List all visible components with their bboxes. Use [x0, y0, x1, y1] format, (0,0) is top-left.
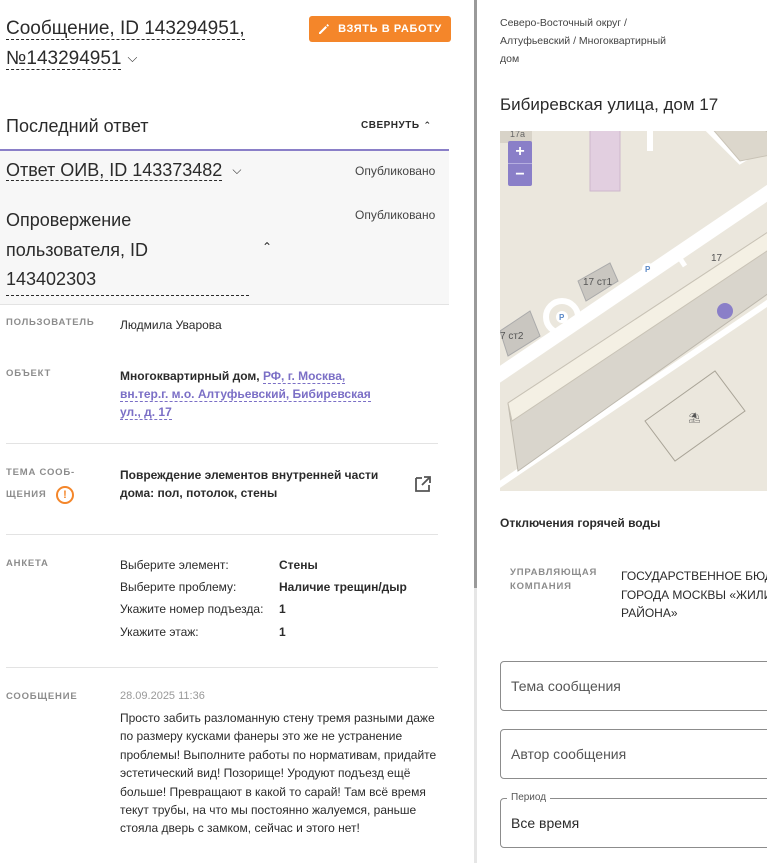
map-label-17: 17: [711, 253, 723, 264]
period-legend: Период: [507, 792, 551, 803]
message-text: Просто забить разломанную стену тремя ра…: [120, 711, 437, 836]
hot-water-outages[interactable]: Отключения горячей воды: [500, 516, 660, 530]
management-value-line3: РАЙОНА»: [621, 606, 678, 620]
scrollbar-thumb[interactable]: [474, 0, 477, 588]
management-label-line1: УПРАВЛЯЮЩАЯ: [510, 567, 598, 578]
map-label-7st2: 7 ст2: [500, 331, 524, 342]
author-filter-placeholder: Автор сообщения: [511, 746, 627, 762]
message-title[interactable]: Сообщение, ID 143294951, №143294951 ⌵: [6, 14, 296, 73]
object-type: Многоквартирный дом,: [120, 369, 260, 383]
topic-filter-input[interactable]: Тема сообщения: [500, 661, 767, 711]
topic-label-line1: ТЕМА СООБ-: [6, 467, 75, 478]
divider: [6, 534, 438, 535]
survey-key: Укажите номер подъезда:: [120, 602, 264, 616]
chevron-up-icon[interactable]: ⌃: [262, 240, 272, 254]
topic-filter-placeholder: Тема сообщения: [511, 678, 621, 694]
topic-label-line2: ЩЕНИЯ: [6, 489, 47, 500]
map[interactable]: 17а 17 ст1 7 ст2 17 P P ⛱ + −: [500, 131, 767, 491]
message-panel: Сообщение, ID 143294951, №143294951 ⌵ ВЗЯ…: [0, 0, 476, 863]
message-label: СООБЩЕНИЕ: [6, 691, 78, 702]
rebuttal-line2: пользователя, ID: [6, 239, 148, 260]
warning-icon: !: [56, 486, 74, 504]
collapse-label: СВЕРНУТЬ: [361, 120, 420, 131]
chevron-up-icon: ⌃: [423, 120, 432, 130]
map-label-parking1: P: [559, 313, 565, 322]
topic-value-line1: Повреждение элементов внутренней части: [120, 468, 379, 482]
management-value-line1: ГОСУДАРСТВЕННОЕ БЮДЖ: [621, 569, 767, 583]
breadcrumb-line1[interactable]: Северо-Восточный округ /: [500, 17, 627, 29]
last-answer-heading: Последний ответ: [6, 116, 149, 136]
management-label-line2: КОМПАНИЯ: [510, 581, 572, 592]
rebuttal-line1: Опровержение: [6, 210, 132, 230]
survey-key: Укажите этаж:: [120, 625, 199, 639]
object-panel: Северо-Восточный округ / Алтуфьевский / …: [478, 0, 767, 863]
svg-text:⛱: ⛱: [688, 412, 701, 424]
zoom-in-button[interactable]: +: [508, 141, 532, 163]
survey-key: Выберите проблему:: [120, 580, 237, 594]
breadcrumb-line3[interactable]: дом: [500, 53, 519, 65]
survey-value: Стены: [279, 558, 318, 572]
oiv-response-title[interactable]: Ответ ОИВ, ID 143373482 ⌵: [6, 160, 241, 181]
period-select[interactable]: Период Все время: [500, 792, 767, 848]
external-link-icon[interactable]: [413, 474, 433, 494]
status-badge: Опубликовано: [355, 208, 436, 222]
breadcrumb: Северо-Восточный округ / Алтуфьевский / …: [500, 14, 700, 68]
breadcrumb-line2[interactable]: Алтуфьевский / Многоквартирный: [500, 35, 666, 47]
map-label-17a: 17а: [510, 131, 525, 139]
chevron-down-icon[interactable]: ⌵: [232, 163, 241, 177]
author-filter-input[interactable]: Автор сообщения: [500, 729, 767, 779]
survey-value: 1: [279, 602, 286, 616]
status-badge: Опубликовано: [355, 164, 436, 178]
collapse-button[interactable]: СВЕРНУТЬ ⌃: [361, 120, 432, 131]
survey-value: Наличие трещин/дыр: [279, 580, 407, 594]
address-title: Бибиревская улица, дом 17: [500, 95, 719, 114]
object-address-link-3[interactable]: ул., д. 17: [120, 405, 172, 420]
take-to-work-label: ВЗЯТЬ В РАБОТУ: [338, 23, 442, 35]
rebuttal-line3: 143402303: [6, 265, 249, 296]
period-value: Все время: [511, 815, 580, 831]
map-label-17st1: 17 ст1: [583, 277, 612, 288]
divider: [6, 443, 438, 444]
object-address-link-2[interactable]: вн.тер.г. м.о. Алтуфьевский, Бибиревская: [120, 387, 371, 402]
user-label: ПОЛЬЗОВАТЕЛЬ: [6, 317, 95, 328]
chevron-down-icon[interactable]: ⌵: [127, 43, 137, 72]
object-value: Многоквартирный дом, РФ, г. Москва, вн.т…: [120, 367, 380, 421]
management-value-line2: ГОРОДА МОСКВЫ «ЖИЛИ: [621, 587, 767, 602]
map-canvas[interactable]: 17а 17 ст1 7 ст2 17 P P ⛱: [500, 131, 767, 491]
map-zoom-control: + −: [508, 141, 532, 186]
survey-label: АНКЕТА: [6, 558, 49, 569]
topic-value: Повреждение элементов внутренней части д…: [120, 466, 400, 502]
message-title-line2: №143294951: [6, 48, 122, 70]
object-label: ОБЪЕКТ: [6, 368, 52, 379]
map-label-parking2: P: [645, 265, 651, 274]
message-date: 28.09.2025 11:36: [120, 690, 205, 702]
message-title-line1: Сообщение, ID 143294951,: [6, 18, 245, 40]
management-company-label: УПРАВЛЯЮЩАЯ КОМПАНИЯ: [510, 566, 600, 594]
zoom-out-button[interactable]: −: [508, 164, 532, 186]
oiv-response-label: Ответ ОИВ, ID 143373482: [6, 160, 223, 181]
object-address-link-1[interactable]: РФ, г. Москва,: [262, 369, 346, 384]
rebuttal-title[interactable]: Опровержение пользователя, ID 143402303: [6, 206, 266, 296]
survey-value: 1: [279, 625, 286, 639]
divider: [6, 667, 438, 668]
location-marker-icon[interactable]: [717, 303, 733, 319]
take-to-work-button[interactable]: ВЗЯТЬ В РАБОТУ: [309, 16, 451, 42]
pencil-icon: [319, 24, 330, 34]
survey-key: Выберите элемент:: [120, 558, 229, 572]
topic-value-line2: дома: пол, потолок, стены: [120, 486, 278, 500]
management-company-value: ГОСУДАРСТВЕННОЕ БЮДЖ ГОРОДА МОСКВЫ «ЖИЛИ…: [621, 567, 767, 623]
user-value: Людмила Уварова: [120, 318, 222, 332]
